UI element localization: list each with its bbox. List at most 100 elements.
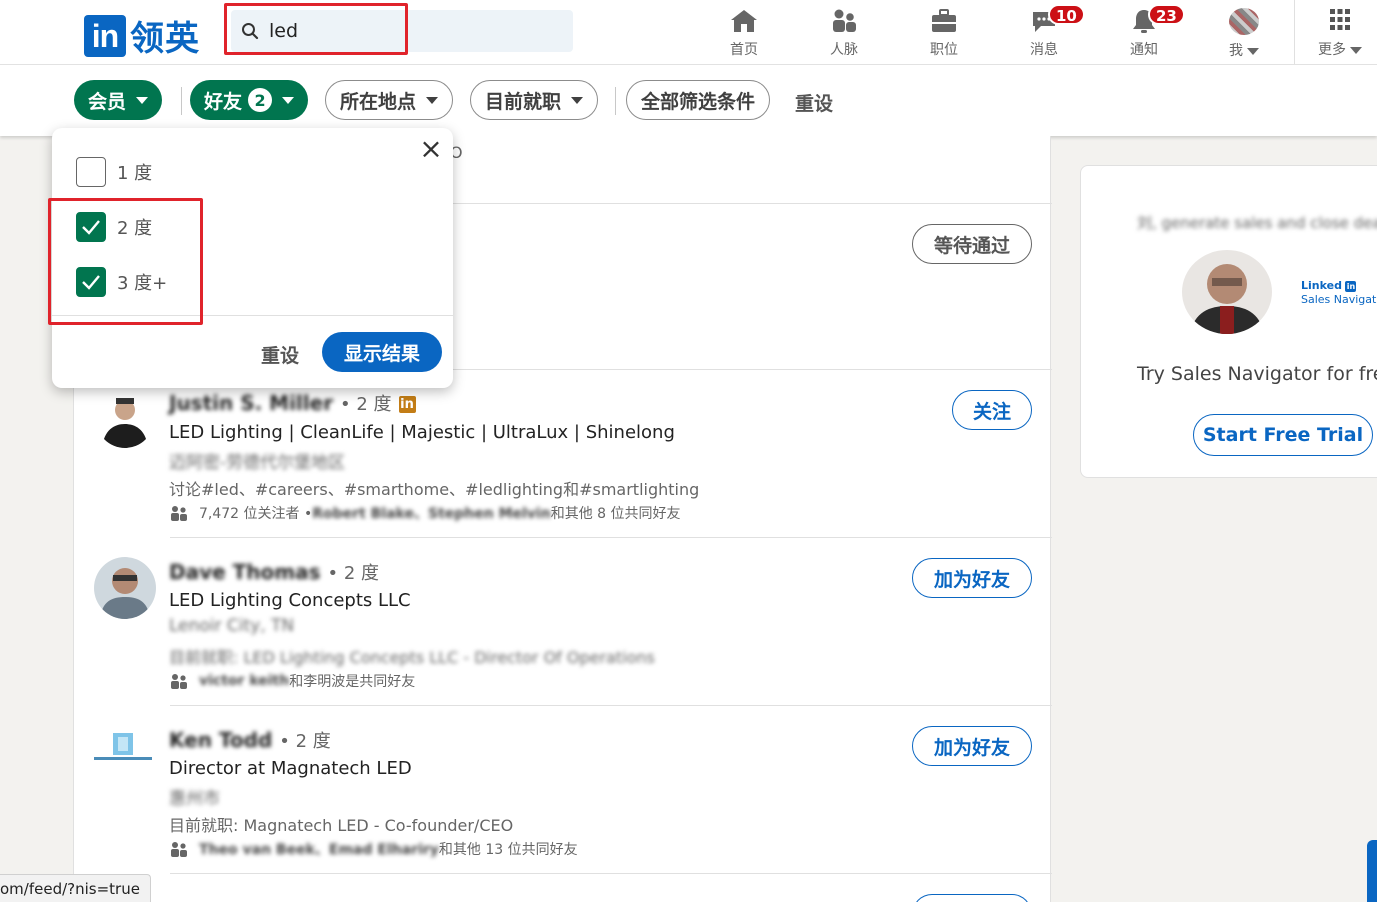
- promo-avatar: [1182, 250, 1272, 334]
- degree-option-label: 1 度: [117, 163, 153, 184]
- dropdown-reset-button[interactable]: 重设: [261, 341, 299, 368]
- person-location: 惠州市: [169, 789, 220, 809]
- filter-count-badge: 2: [248, 88, 273, 112]
- mutual-connections[interactable]: 7,472 位关注者 • Robert Blake、Stephen Melvin…: [169, 503, 681, 523]
- chevron-down-icon: [571, 96, 584, 104]
- nav-me[interactable]: 我: [1204, 8, 1284, 60]
- connect-button[interactable]: 加为好友: [912, 558, 1032, 598]
- connect-button-partial[interactable]: [912, 894, 1032, 902]
- nav-more-label: 更多: [1318, 39, 1362, 59]
- checkmark-icon: [82, 275, 100, 290]
- search-box[interactable]: [231, 10, 573, 52]
- row-divider: [170, 705, 1052, 706]
- nav-divider: [1294, 0, 1295, 64]
- person-headline: LED Lighting Concepts LLC: [169, 590, 411, 611]
- logo-text: 领英: [130, 19, 200, 59]
- filter-divider: [181, 87, 182, 115]
- mutual-connections[interactable]: victor keith 和李明波是共同好友: [169, 671, 415, 691]
- chevron-down-icon: [282, 96, 295, 104]
- person-avatar[interactable]: [96, 390, 154, 448]
- person-avatar[interactable]: [94, 557, 156, 619]
- filter-company-label: 目前就职: [485, 90, 562, 113]
- degree-option-1[interactable]: 1 度: [76, 157, 152, 187]
- person-name[interactable]: Ken Todd • 2 度: [169, 727, 331, 753]
- row-divider: [170, 537, 1052, 538]
- person-location: 迈阿密-劳德代尔堡地区: [169, 453, 346, 473]
- linkedin-logo-icon: in: [1345, 280, 1357, 292]
- degree-option-3[interactable]: 3 度+: [76, 267, 167, 297]
- browser-status-url: om/feed/?nis=true: [0, 874, 151, 902]
- person-current-position: 目前就职: Magnatech LED - Co-founder/CEO: [169, 816, 514, 835]
- nav-home[interactable]: 首页: [704, 8, 784, 60]
- filter-location[interactable]: 所在地点: [325, 80, 454, 120]
- person-headline: LED Lighting | CleanLife | Majestic | Ul…: [169, 422, 675, 443]
- chevron-down-icon: [426, 96, 439, 104]
- sales-navigator-logo: Linked in Sales Navigator: [1301, 279, 1377, 306]
- person-current-position: 目前就职: LED Lighting Concepts LLC - Direct…: [169, 648, 655, 667]
- connections-filter-dropdown: × 1 度 2 度 3 度+ 重设 显示结果: [52, 128, 453, 388]
- nav-jobs[interactable]: 职位: [904, 8, 984, 60]
- home-icon: [731, 10, 757, 32]
- checkbox-2nd-degree[interactable]: [76, 212, 106, 242]
- nav-messaging[interactable]: 10 消息: [1004, 4, 1085, 60]
- mutual-connections[interactable]: Theo van Beek、Emad Elhariry 和其他 13 位共同好友: [169, 839, 578, 859]
- nav-notifications-label: 通知: [1130, 42, 1158, 58]
- all-filters-label: 全部筛选条件: [641, 90, 756, 113]
- chevron-down-icon: [136, 96, 149, 104]
- filter-bar: 会员 好友 2 所在地点 目前就职 全部筛选条件: [0, 65, 1377, 136]
- connect-button[interactable]: 加为好友: [912, 726, 1032, 766]
- filter-connections-label: 好友: [204, 90, 243, 113]
- people-icon: [171, 842, 187, 857]
- checkbox-1st-degree[interactable]: [76, 157, 106, 187]
- top-nav: in 领英 首页 人脉 职位 10 消息 23 通知 我: [0, 0, 1377, 65]
- person-name[interactable]: Justin S. Miller • 2 度 in: [169, 390, 416, 416]
- nav-me-label: 我: [1229, 40, 1259, 60]
- messages-badge: 10: [1048, 4, 1085, 25]
- nav-network[interactable]: 人脉: [804, 8, 884, 60]
- follow-button[interactable]: 关注: [952, 390, 1032, 430]
- people-icon: [171, 674, 187, 689]
- nav-more[interactable]: 更多: [1300, 8, 1377, 60]
- filter-current-company[interactable]: 目前就职: [470, 80, 599, 120]
- person-name[interactable]: Dave Thomas • 2 度: [169, 559, 379, 585]
- nav-notifications[interactable]: 23 通知: [1104, 4, 1185, 60]
- person-location: Lenoir City, TN: [169, 616, 295, 636]
- filter-member[interactable]: 会员: [74, 80, 163, 120]
- nav-jobs-label: 职位: [930, 42, 958, 58]
- filter-connections[interactable]: 好友 2: [190, 80, 309, 120]
- promo-text: Try Sales Navigator for free: [1137, 363, 1377, 385]
- filter-member-label: 会员: [88, 90, 127, 113]
- promo-intro: 刘, generate sales and close deals: [1137, 214, 1377, 232]
- search-input[interactable]: [269, 20, 549, 42]
- dropdown-divider: [52, 315, 453, 316]
- people-icon: [171, 506, 187, 521]
- chevron-down-icon: [1247, 48, 1259, 55]
- pending-button[interactable]: 等待通过: [912, 224, 1032, 264]
- row-divider: [170, 873, 1052, 874]
- degree-option-2[interactable]: 2 度: [76, 212, 152, 242]
- person-headline: Director at Magnatech LED: [169, 758, 412, 779]
- nav-network-label: 人脉: [830, 42, 858, 58]
- filter-divider: [615, 87, 616, 115]
- checkbox-3rd-degree[interactable]: [76, 267, 106, 297]
- search-icon: [231, 10, 269, 52]
- start-free-trial-button[interactable]: Start Free Trial: [1193, 414, 1373, 456]
- messaging-tab[interactable]: [1367, 840, 1377, 902]
- people-icon: [833, 9, 856, 32]
- close-icon[interactable]: ×: [419, 135, 443, 163]
- company-logo[interactable]: [92, 725, 154, 787]
- sales-navigator-promo: 刘, generate sales and close deals Linked…: [1080, 165, 1377, 478]
- degree-option-label: 3 度+: [117, 273, 168, 294]
- logo-in-mark: in: [84, 14, 126, 57]
- checkmark-icon: [82, 220, 100, 235]
- show-results-button[interactable]: 显示结果: [322, 332, 442, 372]
- briefcase-icon: [932, 9, 956, 32]
- person-topics: 讨论#led、#careers、#smarthome、#ledlighting和…: [169, 480, 700, 499]
- linkedin-logo[interactable]: in 领英: [84, 11, 200, 60]
- grid-icon: [1330, 9, 1350, 30]
- chevron-down-icon: [1350, 47, 1362, 54]
- avatar: [1229, 8, 1259, 35]
- filter-reset-button[interactable]: 重设: [795, 89, 833, 116]
- linkedin-premium-icon: in: [398, 396, 416, 413]
- all-filters-button[interactable]: 全部筛选条件: [626, 80, 771, 120]
